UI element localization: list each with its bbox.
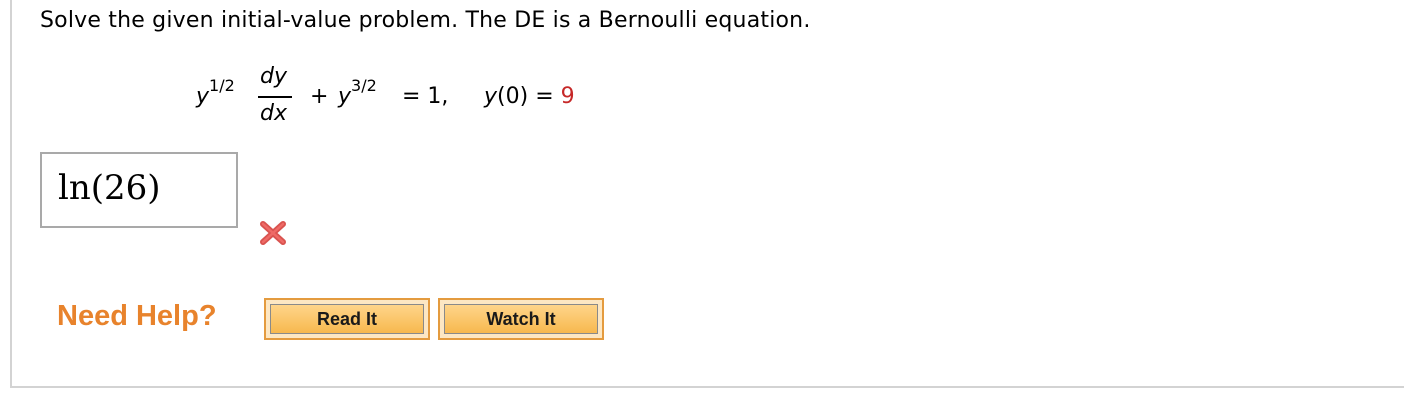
read-it-button[interactable]: Read It (264, 298, 430, 340)
question-prompt: Solve the given initial-value problem. T… (40, 8, 811, 33)
watch-it-label: Watch It (444, 304, 598, 334)
term-y-three-halves: y3/2 (338, 76, 377, 109)
term1-exponent: 1/2 (209, 76, 235, 95)
fraction-numerator: dy (260, 64, 287, 89)
watch-it-button[interactable]: Watch It (438, 298, 604, 340)
answer-input[interactable]: ln(26) (40, 152, 238, 228)
wrong-x-icon (260, 221, 286, 245)
fraction-bar (258, 96, 292, 98)
fraction-denominator: dx (260, 101, 287, 126)
ic-equals: = (535, 84, 554, 109)
ic-argument: (0) (497, 84, 529, 109)
equation-rhs: = 1, (402, 84, 449, 109)
term-y-half: y1/2 (196, 76, 235, 109)
term2-base: y (338, 84, 352, 109)
read-it-label: Read It (270, 304, 424, 334)
initial-condition: y(0) = 9 (484, 84, 575, 109)
need-help-label: Need Help? (57, 300, 217, 332)
ic-function: y (484, 84, 498, 109)
answer-value: ln(26) (58, 168, 161, 208)
plus-sign: + (310, 84, 329, 109)
ic-value: 9 (560, 84, 575, 109)
term2-exponent: 3/2 (351, 76, 377, 95)
term1-base: y (196, 84, 210, 109)
